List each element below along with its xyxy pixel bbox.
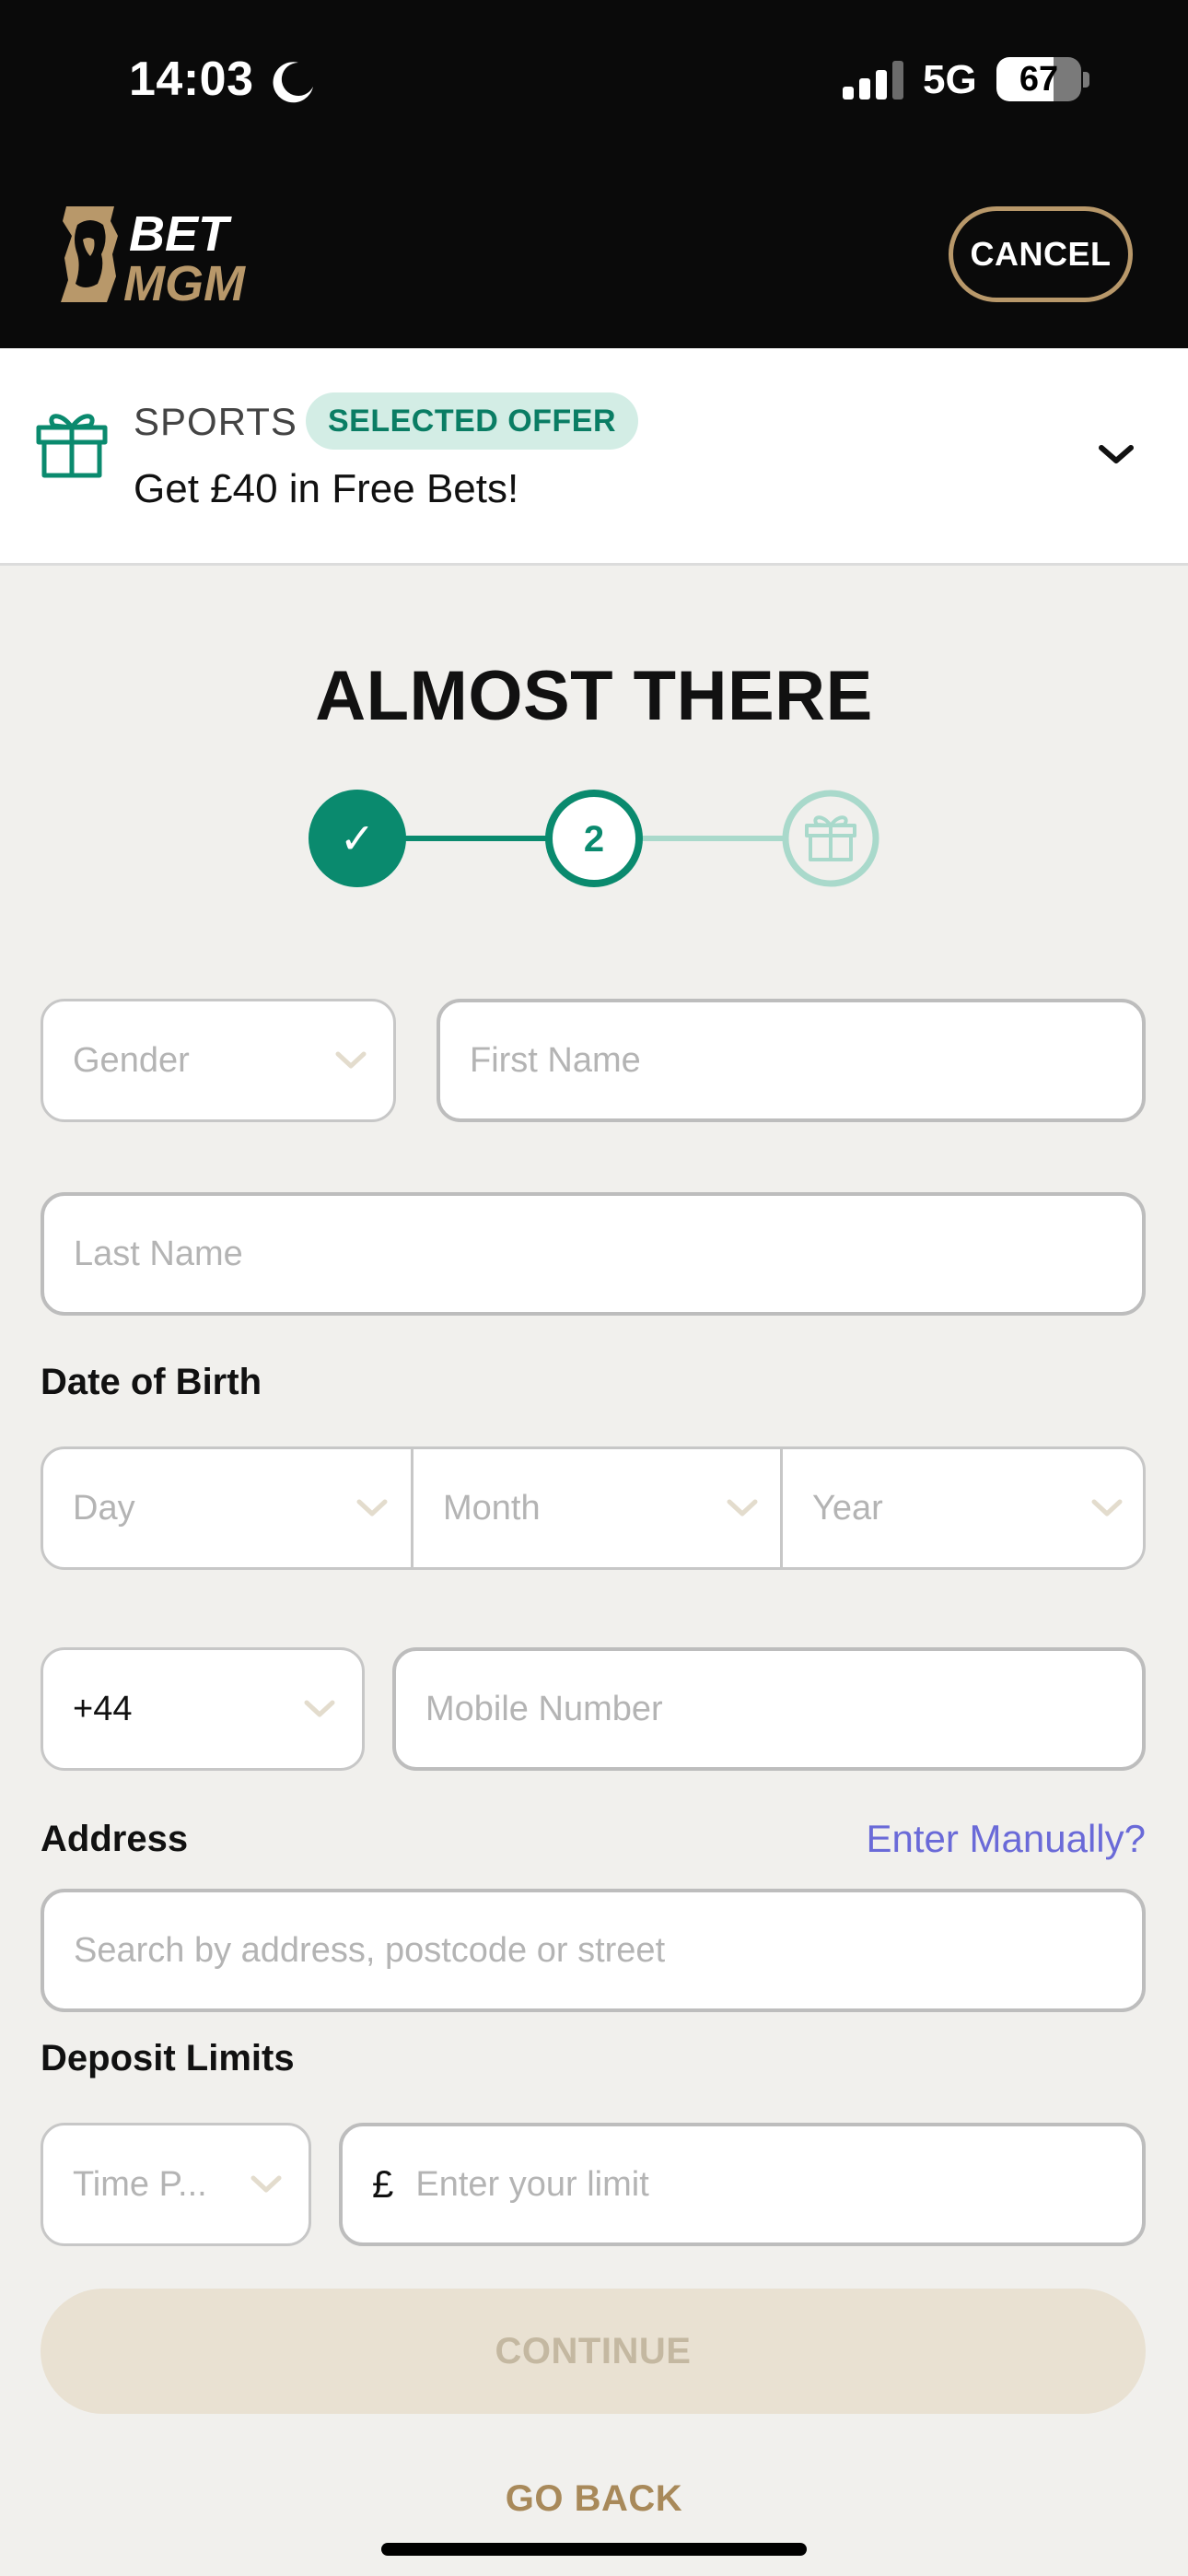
betmgm-logo: BET MGM xyxy=(61,206,246,306)
page-title: ALMOST THERE xyxy=(315,657,873,735)
progress-stepper: ✓ 2 xyxy=(309,790,879,887)
step-1-check-icon: ✓ xyxy=(340,814,376,863)
moon-icon xyxy=(273,62,313,103)
last-name-placeholder: Last Name xyxy=(74,1234,243,1273)
address-label: Address xyxy=(41,1819,189,1859)
offer-description: Get £40 in Free Bets! xyxy=(134,466,519,511)
continue-button[interactable]: CONTINUE xyxy=(41,2289,1146,2414)
last-name-input[interactable]: Last Name xyxy=(41,1192,1146,1316)
address-search-input[interactable]: Search by address, postcode or street xyxy=(41,1889,1146,2012)
chevron-down-icon[interactable] xyxy=(1096,440,1136,468)
selected-offer-bar[interactable]: SPORTS SELECTED OFFER Get £40 in Free Be… xyxy=(0,348,1188,566)
chevron-down-icon xyxy=(356,1499,388,1516)
signal-icon xyxy=(843,61,903,100)
chevron-down-icon xyxy=(250,2175,282,2193)
gift-icon xyxy=(36,414,108,478)
deposit-limit-placeholder: Enter your limit xyxy=(415,2164,649,2204)
go-back-button[interactable]: GO BACK xyxy=(0,2478,1188,2520)
first-name-placeholder: First Name xyxy=(470,1040,641,1080)
chevron-down-icon xyxy=(727,1499,758,1516)
battery-icon: 67 xyxy=(996,57,1081,101)
country-code-select[interactable]: +44 xyxy=(41,1647,365,1771)
dob-year-placeholder: Year xyxy=(812,1488,883,1528)
address-placeholder: Search by address, postcode or street xyxy=(74,1930,666,1970)
cancel-button[interactable]: CANCEL xyxy=(949,206,1133,302)
offer-category: SPORTS xyxy=(134,400,297,443)
step-2-current: 2 xyxy=(545,790,643,887)
battery-cap xyxy=(1083,72,1089,88)
mobile-number-input[interactable]: Mobile Number xyxy=(392,1647,1146,1771)
chevron-down-icon xyxy=(1091,1499,1123,1516)
battery-level: 67 xyxy=(1019,59,1059,99)
gender-select[interactable]: Gender xyxy=(41,999,396,1122)
mobile-number-placeholder: Mobile Number xyxy=(425,1689,663,1728)
step-3-upcoming xyxy=(782,790,879,887)
date-of-birth-group: Day Month Year xyxy=(41,1446,1146,1570)
time-period-placeholder: Time P... xyxy=(73,2164,207,2204)
country-code-value: +44 xyxy=(73,1689,133,1728)
dob-year-select[interactable]: Year xyxy=(783,1449,1143,1567)
currency-symbol: £ xyxy=(372,2162,394,2206)
first-name-input[interactable]: First Name xyxy=(437,999,1146,1122)
step-1-complete: ✓ xyxy=(309,790,406,887)
dob-day-select[interactable]: Day xyxy=(43,1449,411,1567)
dob-month-placeholder: Month xyxy=(443,1488,541,1528)
dob-day-placeholder: Day xyxy=(73,1488,135,1528)
selected-offer-badge: SELECTED OFFER xyxy=(306,392,639,450)
step-2-number: 2 xyxy=(584,819,604,860)
deposit-limits-label: Deposit Limits xyxy=(41,2038,295,2078)
svg-text:MGM: MGM xyxy=(123,256,246,306)
svg-text:BET: BET xyxy=(129,206,232,262)
deposit-limit-input[interactable]: £ Enter your limit xyxy=(339,2123,1146,2246)
status-time: 14:03 xyxy=(129,53,254,106)
network-label: 5G xyxy=(923,57,977,102)
gender-placeholder: Gender xyxy=(73,1040,190,1080)
home-indicator xyxy=(381,2543,807,2556)
dob-label: Date of Birth xyxy=(41,1362,262,1402)
time-period-select[interactable]: Time P... xyxy=(41,2123,311,2246)
chevron-down-icon xyxy=(304,1700,335,1717)
app-header: 14:03 5G 67 BET MGM CANCEL xyxy=(0,0,1188,348)
chevron-down-icon xyxy=(335,1051,367,1069)
dob-month-select[interactable]: Month xyxy=(413,1449,781,1567)
enter-manually-link[interactable]: Enter Manually? xyxy=(867,1817,1147,1861)
